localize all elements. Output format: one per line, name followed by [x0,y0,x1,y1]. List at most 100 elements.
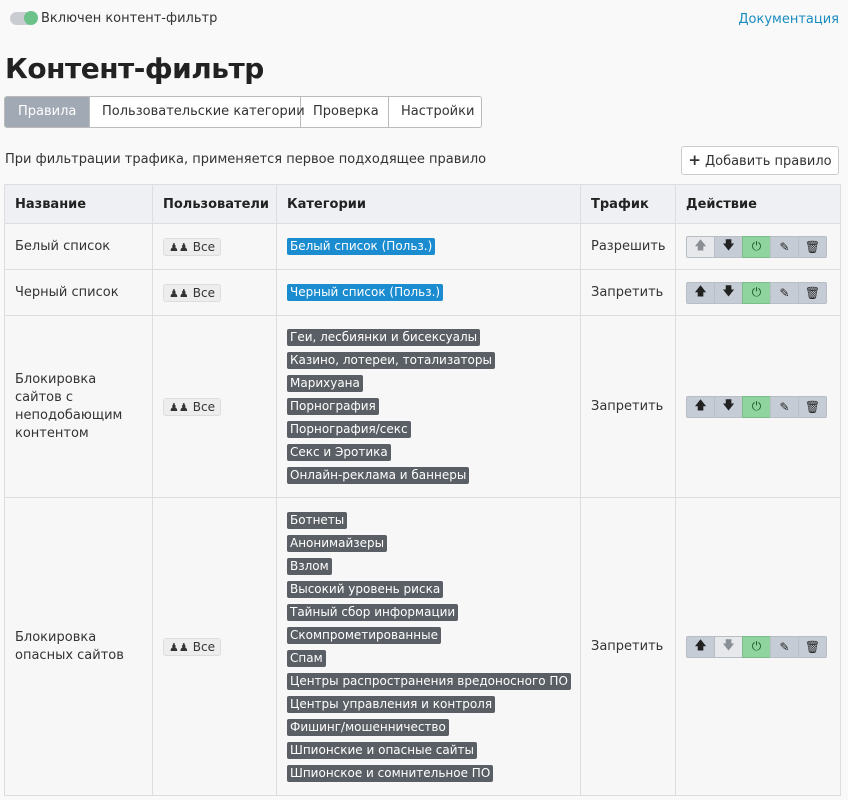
category-tag: Марихуана [287,375,363,392]
arrow-down-icon: 🡇 [722,284,735,298]
rule-actions-cell: 🡅 🡇 ⏻ ✎ 🗑 [675,223,841,270]
category-tag: Секс и Эротика [287,444,391,461]
edit-rule-button[interactable]: ✎ [770,235,799,258]
tab-rules[interactable]: Правила [5,97,90,127]
category-list: Ботнеты Анонимайзеры Взлом Высокий уровень … [287,511,571,782]
category-tag: Высокий уровень риска [287,580,444,598]
documentation-link[interactable]: Документация [738,12,839,27]
rule-name: Белый список [4,223,153,270]
header-categories: Категории [276,184,581,224]
pencil-icon: ✎ [779,399,790,414]
users-badge: ♟♟ Все [163,637,221,656]
users-label: Все [192,399,215,414]
move-up-button[interactable]: 🡅 [686,395,715,418]
delete-rule-button[interactable]: 🗑 [798,395,827,418]
move-up-button[interactable]: 🡅 [686,235,715,258]
delete-rule-button[interactable]: 🗑 [798,235,827,258]
rule-users-cell: ♟♟ Все [152,497,277,796]
rule-actions-cell: 🡅 🡇 ⏻ ✎ 🗑 [675,497,841,796]
rule-actions-cell: 🡅 🡇 ⏻ ✎ 🗑 [675,315,841,498]
users-badge: ♟♟ Все [163,283,221,302]
category-tag: Шпионские и опасные сайты [287,741,477,759]
move-down-button[interactable]: 🡇 [714,635,743,658]
edit-rule-button[interactable]: ✎ [770,635,799,658]
rule-name: Черный список [4,269,153,316]
toggle-rule-button[interactable]: ⏻ [742,395,771,418]
content-filter-toggle[interactable] [10,11,38,25]
table-row: Блокировка опасных сайтов ♟♟ Все Ботнеты Ано… [4,497,841,796]
toggle-rule-button[interactable]: ⏻ [742,281,771,304]
arrow-up-icon: 🡅 [694,638,707,652]
category-list: Черный список (Польз.) [287,284,570,301]
header-action: Действие [675,184,841,224]
trash-icon: 🗑 [804,285,821,300]
users-label: Все [192,239,215,254]
category-tag: Центры управления и контроля [287,695,496,713]
category-tag: Порнография [287,398,379,415]
tab-check[interactable]: Проверка [301,97,389,127]
table-row: Блокировка сайтов с неподобающим контент… [4,315,841,498]
rule-categories-cell: Белый список (Польз.) [276,223,581,270]
users-label: Все [192,285,215,300]
category-tag: Центры распространения вредоносного ПО [287,672,571,690]
rule-traffic: Запретить [580,315,676,498]
users-icon: ♟♟ [169,400,189,414]
table-row: Белый список ♟♟ Все Белый список (Польз.) Ра… [4,223,841,270]
header-traffic: Трафик [580,184,676,224]
tab-custom-categories[interactable]: Пользовательские категории [90,97,305,127]
pencil-icon: ✎ [779,239,790,254]
action-buttons: 🡅 🡇 ⏻ ✎ 🗑 [686,281,827,304]
move-up-button[interactable]: 🡅 [686,281,715,304]
arrow-up-icon: 🡅 [694,398,707,412]
category-tag: Спам [287,649,326,667]
category-tag: Ботнеты [287,511,348,529]
category-tag: Порнография/секс [287,421,411,438]
rule-traffic: Запретить [580,269,676,316]
tab-settings[interactable]: Настройки [389,97,481,127]
power-icon: ⏻ [751,239,762,253]
power-icon: ⏻ [751,285,762,299]
users-badge: ♟♟ Все [163,237,221,256]
edit-rule-button[interactable]: ✎ [770,395,799,418]
trash-icon: 🗑 [804,239,821,254]
toggle-rule-button[interactable]: ⏻ [742,635,771,658]
move-up-button[interactable]: 🡅 [686,635,715,658]
arrow-down-icon: 🡇 [722,398,735,412]
category-list: Белый список (Польз.) [287,238,570,255]
category-tag: Фишинг/мошенничество [287,718,449,736]
edit-rule-button[interactable]: ✎ [770,281,799,304]
arrow-up-icon: 🡅 [694,284,707,298]
users-icon: ♟♟ [169,240,189,254]
move-down-button[interactable]: 🡇 [714,235,743,258]
delete-rule-button[interactable]: 🗑 [798,281,827,304]
rules-hint: При фильтрации трафика, применяется перв… [5,152,487,167]
pencil-icon: ✎ [779,285,790,300]
header-name: Название [4,184,153,224]
category-list: Геи, лесбиянки и бисексуалы Казино, лотер… [287,329,570,484]
rule-categories-cell: Геи, лесбиянки и бисексуалы Казино, лотер… [276,315,581,498]
toggle-knob [24,11,38,25]
rule-categories-cell: Черный список (Польз.) [276,269,581,316]
delete-rule-button[interactable]: 🗑 [798,635,827,658]
add-rule-button[interactable]: + Добавить правило [681,146,839,175]
rule-name: Блокировка сайтов с неподобающим контент… [4,315,153,498]
toggle-rule-button[interactable]: ⏻ [742,235,771,258]
plus-icon: + [688,151,701,169]
arrow-up-icon: 🡅 [694,238,707,252]
action-buttons: 🡅 🡇 ⏻ ✎ 🗑 [686,235,827,258]
move-down-button[interactable]: 🡇 [714,395,743,418]
users-label: Все [192,639,215,654]
category-tag: Геи, лесбиянки и бисексуалы [287,329,481,346]
power-icon: ⏻ [751,639,762,653]
rule-users-cell: ♟♟ Все [152,223,277,270]
move-down-button[interactable]: 🡇 [714,281,743,304]
users-icon: ♟♟ [169,640,189,654]
action-buttons: 🡅 🡇 ⏻ ✎ 🗑 [686,635,827,658]
tab-bar: Правила Пользовательские категории Прове… [4,96,482,128]
trash-icon: 🗑 [804,399,821,414]
arrow-down-icon: 🡇 [722,238,735,252]
rule-users-cell: ♟♟ Все [152,315,277,498]
category-tag: Черный список (Польз.) [287,284,444,301]
add-rule-label: Добавить правило [704,154,832,169]
table-header-row: Название Пользователи Категории Трафик Д… [4,184,841,224]
